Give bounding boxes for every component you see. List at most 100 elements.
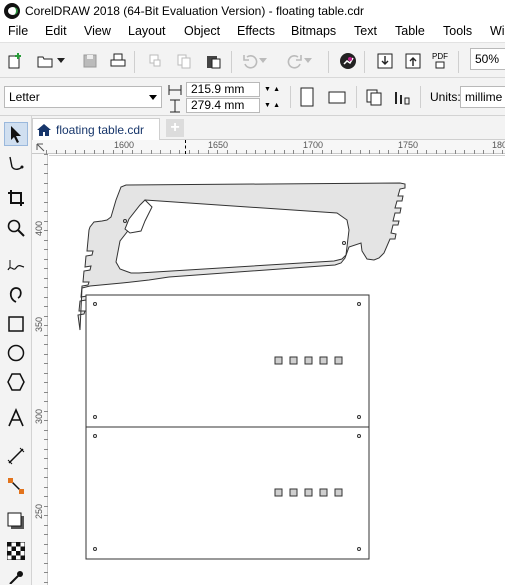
- menu-layout[interactable]: Layout: [128, 24, 166, 38]
- zoom-level-input[interactable]: 50%: [470, 48, 505, 70]
- chevron-down-icon: [149, 95, 157, 100]
- freehand-tool-icon[interactable]: [4, 254, 28, 278]
- ruler-tick: [44, 315, 48, 317]
- ruler-tick: [44, 401, 48, 402]
- menu-file[interactable]: File: [8, 24, 28, 38]
- new-tab-button[interactable]: +: [166, 119, 184, 137]
- home-icon[interactable]: [36, 123, 52, 137]
- landscape-orientation-icon[interactable]: [327, 87, 347, 107]
- ruler-label: 400: [34, 220, 44, 236]
- slot: [319, 356, 328, 365]
- import-icon[interactable]: [375, 51, 395, 71]
- document-tab-bar: floating table.cdr +: [32, 116, 505, 140]
- undo-icon[interactable]: [240, 51, 260, 71]
- menu-edit[interactable]: Edit: [45, 24, 67, 38]
- zoom-tool-icon[interactable]: [4, 216, 28, 240]
- window-title: CorelDRAW 2018 (64-Bit Evaluation Versio…: [25, 4, 365, 18]
- leg-inner-cutout: [115, 199, 350, 274]
- toolbar-separator: [458, 51, 459, 73]
- search-content-icon[interactable]: [338, 51, 358, 71]
- page-size-dropdown[interactable]: Letter: [4, 86, 162, 108]
- eyedropper-icon[interactable]: [4, 568, 28, 584]
- slot: [304, 356, 313, 365]
- ruler-tick: [44, 249, 48, 250]
- drop-shadow-icon[interactable]: [4, 509, 28, 533]
- export-icon[interactable]: [403, 51, 423, 71]
- save-icon[interactable]: [80, 51, 100, 71]
- menu-view[interactable]: View: [84, 24, 111, 38]
- ruler-tick: [44, 239, 48, 241]
- page-width-spinner[interactable]: ▼ ▲: [262, 82, 282, 97]
- drawing-canvas[interactable]: [49, 155, 505, 585]
- parallel-dimension-icon[interactable]: [4, 444, 28, 468]
- shape-tool-icon[interactable]: [4, 152, 28, 176]
- artistic-media-icon[interactable]: [4, 282, 28, 306]
- all-pages-icon[interactable]: [364, 87, 384, 107]
- ruler-tick: [179, 150, 180, 154]
- page-height-icon: [168, 99, 182, 113]
- publish-pdf-icon[interactable]: PDF: [430, 51, 450, 71]
- portrait-orientation-icon[interactable]: [297, 87, 317, 107]
- menu-effects[interactable]: Effects: [237, 24, 275, 38]
- title-bar: CorelDRAW 2018 (64-Bit Evaluation Versio…: [0, 0, 505, 22]
- toolbar-separator: [134, 51, 135, 73]
- toolbar-separator: [231, 51, 232, 73]
- ruler-tick: [407, 150, 408, 154]
- page-height-spinner[interactable]: ▼ ▲: [262, 98, 282, 113]
- ruler-label: 1650: [208, 140, 229, 150]
- ruler-tick: [255, 150, 256, 154]
- ruler-tick: [264, 150, 266, 154]
- pick-tool-icon[interactable]: [4, 122, 28, 146]
- ruler-tick: [207, 150, 209, 154]
- ruler-tick: [160, 150, 161, 154]
- ruler-label: 1600: [114, 140, 135, 150]
- tab-floating-table[interactable]: floating table.cdr: [32, 118, 160, 140]
- page-height-input[interactable]: 279.4 mm: [186, 98, 260, 113]
- ruler-tick: [44, 572, 48, 573]
- page-width-input[interactable]: 215.9 mm: [186, 82, 260, 97]
- ruler-tick: [169, 150, 171, 154]
- menu-bitmaps[interactable]: Bitmaps: [291, 24, 336, 38]
- ruler-tick: [44, 458, 48, 459]
- upper-panel[interactable]: [85, 294, 370, 428]
- transparency-icon[interactable]: [4, 539, 28, 563]
- menu-object[interactable]: Object: [184, 24, 220, 38]
- ruler-label: 1750: [398, 140, 419, 150]
- ruler-tick: [44, 581, 48, 583]
- text-tool-icon[interactable]: [4, 406, 28, 430]
- paste-icon[interactable]: [203, 51, 223, 71]
- ruler-tick: [464, 150, 465, 154]
- copy-icon[interactable]: [174, 51, 194, 71]
- menu-table[interactable]: Table: [395, 24, 425, 38]
- units-dropdown[interactable]: millime: [460, 86, 505, 108]
- undo-dropdown-chevron-icon[interactable]: [258, 51, 268, 71]
- lower-panel[interactable]: [85, 426, 370, 560]
- ruler-tick: [44, 429, 48, 431]
- ruler-tick: [445, 150, 446, 154]
- open-dropdown-chevron-icon[interactable]: [55, 51, 67, 71]
- rectangle-tool-icon[interactable]: [4, 312, 28, 336]
- ruler-tick: [44, 382, 48, 383]
- cursor-position-marker: [185, 140, 186, 154]
- print-icon[interactable]: [108, 51, 128, 71]
- polygon-tool-icon[interactable]: [4, 370, 28, 394]
- menu-tools[interactable]: Tools: [443, 24, 472, 38]
- redo-dropdown-chevron-icon[interactable]: [303, 51, 313, 71]
- connector-tool-icon[interactable]: [4, 474, 28, 498]
- menu-window[interactable]: Wi: [490, 24, 505, 38]
- redo-icon[interactable]: [285, 51, 305, 71]
- new-document-icon[interactable]: [5, 51, 25, 71]
- ruler-tick: [44, 258, 48, 260]
- crop-tool-icon[interactable]: [4, 186, 28, 210]
- ruler-tick: [44, 553, 48, 554]
- ruler-tick: [44, 325, 48, 326]
- tab-label: floating table.cdr: [56, 122, 145, 137]
- current-page-icon[interactable]: [392, 87, 412, 107]
- units-label: Units:: [430, 90, 461, 104]
- menu-bar: File Edit View Layout Object Effects Bit…: [0, 22, 505, 42]
- menu-text[interactable]: Text: [354, 24, 377, 38]
- ruler-tick: [44, 486, 48, 488]
- ellipse-tool-icon[interactable]: [4, 341, 28, 365]
- cut-icon[interactable]: [145, 51, 165, 71]
- open-folder-icon[interactable]: [35, 51, 55, 71]
